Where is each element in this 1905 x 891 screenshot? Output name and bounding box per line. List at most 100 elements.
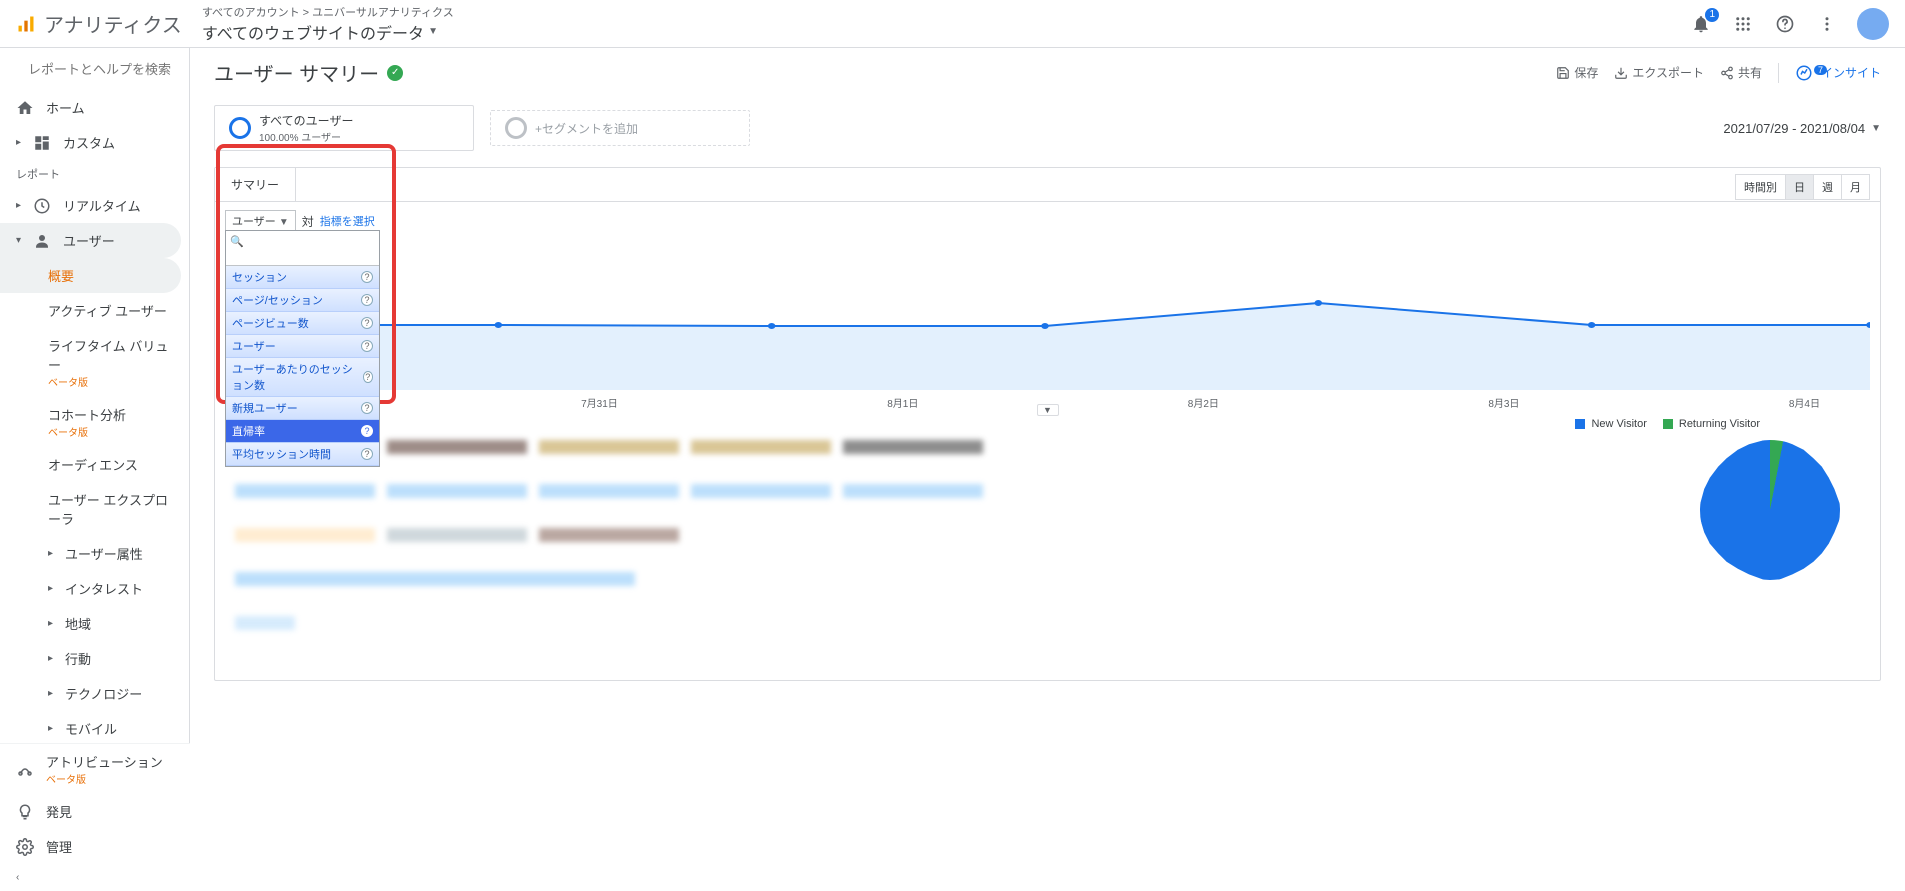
share-button[interactable]: 共有 xyxy=(1720,64,1762,81)
notifications-button[interactable]: 1 xyxy=(1689,12,1713,36)
save-button[interactable]: 保存 xyxy=(1556,64,1598,81)
nav-behavior[interactable]: ▸行動 xyxy=(0,641,189,676)
nav-cohort[interactable]: コホート分析ベータ版 xyxy=(0,397,189,447)
visitor-pie-chart xyxy=(1680,440,1860,580)
nav-lifetime-value[interactable]: ライフタイム バリューベータ版 xyxy=(0,328,189,397)
gran-day[interactable]: 日 xyxy=(1785,175,1813,199)
legend-swatch-new xyxy=(1575,419,1585,429)
segment-ring-icon xyxy=(505,117,527,139)
export-button[interactable]: エクスポート xyxy=(1614,64,1704,81)
help-icon[interactable]: ? xyxy=(363,371,373,383)
search-icon: 🔍 xyxy=(230,236,244,248)
nav-label: コホート分析 xyxy=(48,408,126,423)
logo[interactable]: アナリティクス xyxy=(16,9,182,38)
metrics-blurred xyxy=(235,440,1640,660)
nav-audiences[interactable]: オーディエンス xyxy=(0,447,189,482)
dropdown-item[interactable]: 直帰率? xyxy=(226,420,379,443)
nav-geo[interactable]: ▸地域 xyxy=(0,606,189,641)
segment-all-users[interactable]: すべてのユーザー 100.00% ユーザー xyxy=(214,105,474,151)
dropdown-item[interactable]: セッション? xyxy=(226,266,379,289)
apps-button[interactable] xyxy=(1731,12,1755,36)
secondary-metric-link[interactable]: 指標を選択 xyxy=(320,213,375,229)
nav-label: アクティブ ユーザー xyxy=(48,301,167,320)
help-icon[interactable]: ? xyxy=(361,340,373,352)
help-button[interactable] xyxy=(1773,12,1797,36)
dropdown-item[interactable]: ユーザーあたりのセッション数? xyxy=(226,358,379,397)
nav-attribution[interactable]: アトリビューションベータ版 xyxy=(0,744,190,794)
insights-button[interactable]: 7 インサイト xyxy=(1795,64,1881,82)
account-avatar[interactable] xyxy=(1857,8,1889,40)
add-segment-button[interactable]: +セグメントを追加 xyxy=(490,110,750,146)
nav-discover[interactable]: 発見 xyxy=(0,794,190,829)
nav-label: ユーザー エクスプローラ xyxy=(48,490,173,528)
help-icon xyxy=(1775,14,1795,34)
sidebar-collapse[interactable]: ‹ xyxy=(0,864,190,891)
home-icon xyxy=(16,99,34,117)
insights-icon xyxy=(1795,64,1813,82)
more-button[interactable] xyxy=(1815,12,1839,36)
nav-label: 管理 xyxy=(46,837,72,856)
metric-dropdown-list: 🔍 セッション?ページ/セッション?ページビュー数?ユーザー?ユーザーあたりのセ… xyxy=(225,230,380,467)
search-input[interactable] xyxy=(28,62,190,77)
nav-section-reports: レポート xyxy=(0,160,189,188)
summary-panel: サマリー ユーザー ▼ 対 指標を選択 時間別 日 週 月 🔍 セ xyxy=(214,167,1881,681)
nav-label: インタレスト xyxy=(65,579,143,598)
nav-user-explorer[interactable]: ユーザー エクスプローラ xyxy=(0,482,189,536)
nav-technology[interactable]: ▸テクノロジー xyxy=(0,676,189,711)
apps-grid-icon xyxy=(1734,15,1752,33)
gran-hourly[interactable]: 時間別 xyxy=(1736,175,1785,199)
breadcrumb: すべてのアカウント > ユニバーサルアナリティクス xyxy=(202,4,454,20)
dropdown-item[interactable]: ページ/セッション? xyxy=(226,289,379,312)
segment-ring-icon xyxy=(229,117,251,139)
nav-label: 概要 xyxy=(48,266,74,285)
nav-custom[interactable]: ▸ カスタム xyxy=(0,125,189,160)
gran-week[interactable]: 週 xyxy=(1813,175,1841,199)
clock-icon xyxy=(33,197,51,215)
report-toolbar: ユーザー サマリー ✓ 保存 エクスポート 共有 7 インサイト xyxy=(190,48,1905,97)
chevron-down-icon: ▼ xyxy=(279,217,289,228)
granularity-toggle: 時間別 日 週 月 xyxy=(1735,174,1870,200)
help-icon[interactable]: ? xyxy=(361,448,373,460)
chevron-down-icon: ▼ xyxy=(1871,123,1881,134)
beta-label: ベータ版 xyxy=(48,428,88,439)
nav-active-users[interactable]: アクティブ ユーザー xyxy=(0,293,189,328)
help-icon[interactable]: ? xyxy=(361,402,373,414)
page-title: ユーザー サマリー xyxy=(214,58,379,87)
dropdown-item[interactable]: 新規ユーザー? xyxy=(226,397,379,420)
help-icon[interactable]: ? xyxy=(361,294,373,306)
main-content: ユーザー サマリー ✓ 保存 エクスポート 共有 7 インサイト xyxy=(190,48,1905,891)
dropdown-search[interactable]: 🔍 xyxy=(226,231,379,266)
dropdown-item[interactable]: 平均セッション時間? xyxy=(226,443,379,466)
nav-admin[interactable]: 管理 xyxy=(0,829,190,864)
property-selector[interactable]: すべてのアカウント > ユニバーサルアナリティクス すべてのウェブサイトのデータ… xyxy=(202,4,454,44)
dropdown-search-input[interactable] xyxy=(230,251,375,263)
user-icon xyxy=(33,232,51,250)
vs-label: 対 xyxy=(302,213,314,230)
help-icon[interactable]: ? xyxy=(361,271,373,283)
chevron-right-icon: ▸ xyxy=(16,200,21,211)
nav-label: オーディエンス xyxy=(48,455,138,474)
help-icon[interactable]: ? xyxy=(361,317,373,329)
chevron-right-icon: ▸ xyxy=(16,137,21,148)
nav-realtime[interactable]: ▸ リアルタイム xyxy=(0,188,189,223)
download-icon xyxy=(1614,66,1628,80)
nav-interests[interactable]: ▸インタレスト xyxy=(0,571,189,606)
nav-label: 行動 xyxy=(65,649,91,668)
sidebar-search[interactable] xyxy=(0,48,189,90)
divider xyxy=(1778,63,1779,83)
nav-overview[interactable]: 概要 xyxy=(0,258,181,293)
nav-mobile[interactable]: ▸モバイル xyxy=(0,711,189,746)
nav-user-attr[interactable]: ▸ユーザー属性 xyxy=(0,536,189,571)
more-vert-icon xyxy=(1818,15,1836,33)
chart-expand-handle[interactable]: ▼ xyxy=(1037,404,1059,416)
nav-home[interactable]: ホーム xyxy=(0,90,189,125)
primary-metric-dropdown[interactable]: ユーザー ▼ xyxy=(225,210,296,232)
dropdown-item[interactable]: ユーザー? xyxy=(226,335,379,358)
tab-summary[interactable]: サマリー xyxy=(215,168,296,201)
nav-user[interactable]: ▾ ユーザー xyxy=(0,223,181,258)
chevron-down-icon: ▼ xyxy=(428,26,438,37)
help-icon[interactable]: ? xyxy=(361,425,373,437)
dropdown-item[interactable]: ページビュー数? xyxy=(226,312,379,335)
gran-month[interactable]: 月 xyxy=(1841,175,1869,199)
date-range-picker[interactable]: 2021/07/29 - 2021/08/04 ▼ xyxy=(1723,121,1881,136)
